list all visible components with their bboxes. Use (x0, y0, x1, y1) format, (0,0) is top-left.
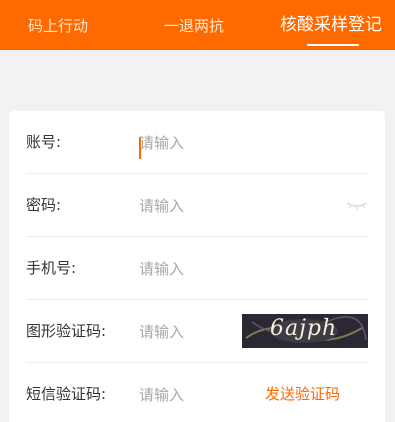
top-tab-bar: 码上行动 一退两抗 核酸采样登记 (0, 0, 395, 50)
tab-one-return-two-resist[interactable]: 一退两抗 (164, 0, 224, 50)
account-row: 账号: (9, 111, 385, 174)
password-input[interactable] (139, 193, 279, 219)
tab-code-action[interactable]: 码上行动 (28, 0, 88, 50)
phone-row: 手机号: (9, 237, 385, 300)
account-label: 账号: (26, 133, 62, 151)
active-tab-indicator (307, 44, 359, 46)
password-label: 密码: (26, 196, 62, 214)
captcha-label: 图形验证码: (26, 322, 107, 340)
account-input[interactable] (139, 130, 279, 156)
send-code-button[interactable]: 发送验证码 (265, 363, 340, 422)
tab-nucleic-acid-registration[interactable]: 核酸采样登记 (280, 0, 382, 50)
sms-code-input[interactable] (139, 382, 249, 408)
sms-label: 短信验证码: (26, 385, 107, 403)
captcha-row: 图形验证码: 6ajph (9, 300, 385, 363)
phone-label: 手机号: (26, 259, 77, 277)
login-form-card: 账号: 密码: 手机号: 图形验证码: 6ajph (9, 111, 385, 422)
phone-input[interactable] (139, 256, 279, 282)
sms-row: 短信验证码: 发送验证码 (9, 363, 385, 422)
text-cursor (139, 137, 141, 159)
captcha-text: 6ajph (270, 316, 338, 341)
eye-closed-icon[interactable] (345, 200, 369, 210)
password-row: 密码: (9, 174, 385, 237)
captcha-image[interactable]: 6ajph (242, 314, 368, 348)
